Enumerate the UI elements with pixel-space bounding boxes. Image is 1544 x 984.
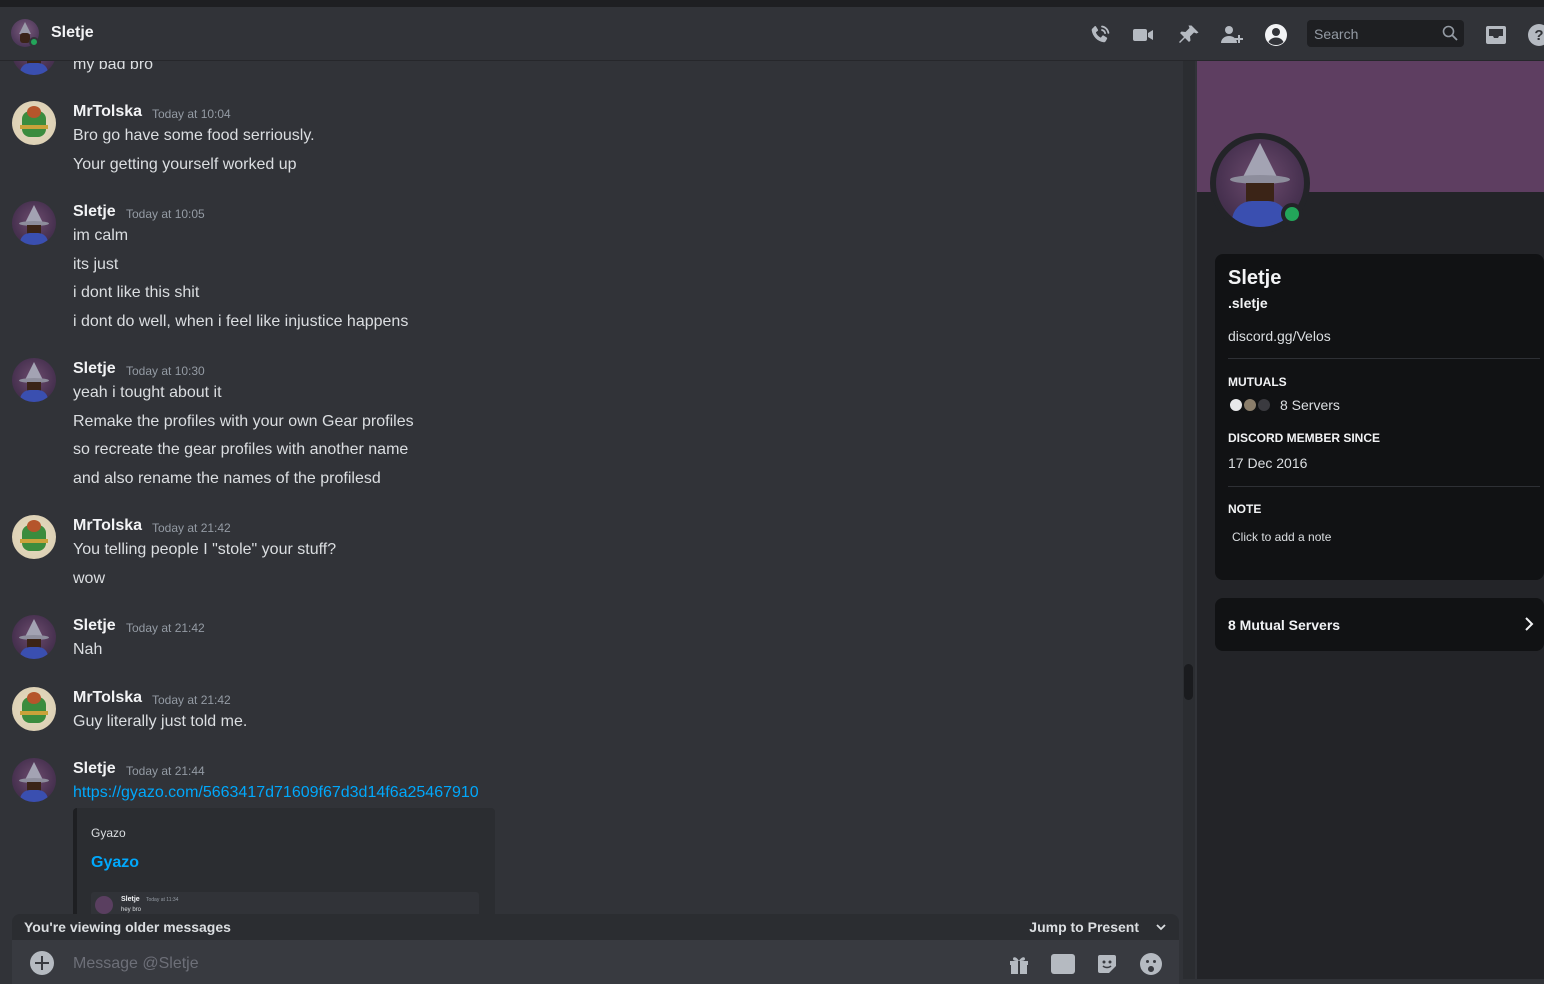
sticker-icon[interactable] <box>1095 952 1119 976</box>
mutual-server-icons[interactable] <box>1228 397 1278 413</box>
inbox-icon[interactable] <box>1484 23 1508 47</box>
server-icon <box>1256 397 1272 413</box>
mutuals-heading: MUTUALS <box>1228 375 1287 389</box>
message-timestamp: Today at 10:04 <box>152 107 231 121</box>
emoji-icon[interactable] <box>1139 952 1163 976</box>
message-author[interactable]: Sletje <box>73 203 116 221</box>
message-timestamp: Today at 21:42 <box>152 521 231 535</box>
message-text: yeah i tought about it <box>73 384 222 401</box>
message-link[interactable]: https://gyazo.com/5663417d71609f67d3d14f… <box>73 784 479 802</box>
message-author[interactable]: Sletje <box>73 617 116 635</box>
avatar[interactable] <box>12 61 56 75</box>
embed-image-avatar <box>95 896 113 914</box>
avatar[interactable] <box>12 201 56 245</box>
chevron-down-icon[interactable] <box>1155 921 1167 933</box>
message-text: so recreate the gear profiles with anoth… <box>73 441 409 458</box>
message-text: my bad bro <box>73 61 154 73</box>
message-list: my bad bro MrTolska Today at 10:04 Bro g… <box>0 61 1183 914</box>
embed-image-text: hey bro <box>121 907 142 913</box>
link-embed: Gyazo Gyazo Sletje Today at 11:34 hey br… <box>73 808 495 914</box>
avatar[interactable] <box>12 515 56 559</box>
divider <box>1228 486 1540 487</box>
user-profile-panel: Sletje .sletje discord.gg/Velos MUTUALS … <box>1197 61 1544 979</box>
profile-card: Sletje .sletje discord.gg/Velos MUTUALS … <box>1215 254 1544 580</box>
avatar[interactable] <box>12 358 56 402</box>
message-author[interactable]: Sletje <box>73 360 116 378</box>
message-author[interactable]: MrTolska <box>73 103 142 121</box>
profile-username[interactable]: .sletje <box>1228 295 1268 311</box>
window-top-strip <box>0 0 1544 7</box>
add-friend-icon[interactable] <box>1220 23 1244 47</box>
avatar[interactable] <box>12 615 56 659</box>
message-text: i dont like this shit <box>73 284 200 301</box>
message-text: Your getting yourself worked up <box>73 156 297 173</box>
pin-icon[interactable] <box>1177 23 1201 47</box>
message-text: wow <box>73 570 106 587</box>
svg-text:?: ? <box>1534 27 1543 44</box>
divider <box>1228 358 1540 359</box>
search-input[interactable]: Search <box>1307 20 1464 47</box>
embed-title[interactable]: Gyazo <box>91 854 139 872</box>
profile-display-name[interactable]: Sletje <box>1228 267 1281 290</box>
message-timestamp: Today at 10:05 <box>126 207 205 221</box>
note-input[interactable]: Click to add a note <box>1232 530 1331 544</box>
chevron-right-icon <box>1525 617 1534 631</box>
embed-provider[interactable]: Gyazo <box>91 826 126 840</box>
older-messages-notice: You're viewing older messages <box>24 919 231 935</box>
message-text: im calm <box>73 227 129 244</box>
profile-status-dot <box>1281 203 1303 225</box>
member-since-date: 17 Dec 2016 <box>1228 455 1308 471</box>
gif-icon[interactable]: GIF <box>1051 954 1075 974</box>
message-text: Remake the profiles with your own Gear p… <box>73 413 414 430</box>
dm-header: Sletje Search ? <box>0 7 1544 61</box>
message-scrollbar[interactable] <box>1183 61 1195 979</box>
message-timestamp: Today at 21:44 <box>126 764 205 778</box>
message-text: its just <box>73 256 119 273</box>
dm-title[interactable]: Sletje <box>51 24 94 42</box>
older-messages-bar[interactable]: You're viewing older messages Jump to Pr… <box>12 914 1179 940</box>
message-author[interactable]: Sletje <box>73 760 116 778</box>
mutual-servers-count[interactable]: 8 Servers <box>1280 397 1340 413</box>
add-attachment-icon[interactable] <box>30 951 54 975</box>
embed-image[interactable]: Sletje Today at 11:34 hey bro <box>91 892 479 914</box>
message-text: and also rename the names of the profile… <box>73 470 381 487</box>
gift-icon[interactable] <box>1007 952 1031 976</box>
avatar[interactable] <box>12 758 56 802</box>
message-text: Bro go have some food serriously. <box>73 127 315 144</box>
search-placeholder: Search <box>1314 26 1359 42</box>
online-status-dot <box>29 37 39 47</box>
message-author[interactable]: MrTolska <box>73 689 142 707</box>
help-icon[interactable]: ? <box>1527 23 1544 47</box>
profile-bio: discord.gg/Velos <box>1228 328 1331 344</box>
mutual-servers-button[interactable]: 8 Mutual Servers <box>1215 598 1544 651</box>
video-call-icon[interactable] <box>1131 23 1155 47</box>
message-text: You telling people I "stole" your stuff? <box>73 541 337 558</box>
member-since-heading: DISCORD MEMBER SINCE <box>1228 431 1381 445</box>
mutual-servers-label: 8 Mutual Servers <box>1228 617 1341 633</box>
scrollbar-thumb[interactable] <box>1184 664 1193 700</box>
embed-image-timestamp: Today at 11:34 <box>146 897 179 903</box>
message-author[interactable]: MrTolska <box>73 517 142 535</box>
embed-image-author: Sletje <box>121 896 140 903</box>
message-timestamp: Today at 21:42 <box>126 621 205 635</box>
message-text: Guy literally just told me. <box>73 713 248 730</box>
note-heading: NOTE <box>1228 502 1262 516</box>
search-icon <box>1442 25 1458 41</box>
phone-call-icon[interactable] <box>1088 23 1112 47</box>
jump-to-present-button[interactable]: Jump to Present <box>1029 919 1139 935</box>
message-text: i dont do well, when i feel like injusti… <box>73 313 409 330</box>
message-timestamp: Today at 21:42 <box>152 693 231 707</box>
avatar[interactable] <box>12 101 56 145</box>
profile-toggle-icon[interactable] <box>1264 23 1288 47</box>
message-text: Nah <box>73 641 103 658</box>
message-composer: Message @Sletje GIF <box>12 940 1179 984</box>
message-input[interactable]: Message @Sletje <box>73 955 199 973</box>
message-timestamp: Today at 10:30 <box>126 364 205 378</box>
avatar[interactable] <box>12 687 56 731</box>
